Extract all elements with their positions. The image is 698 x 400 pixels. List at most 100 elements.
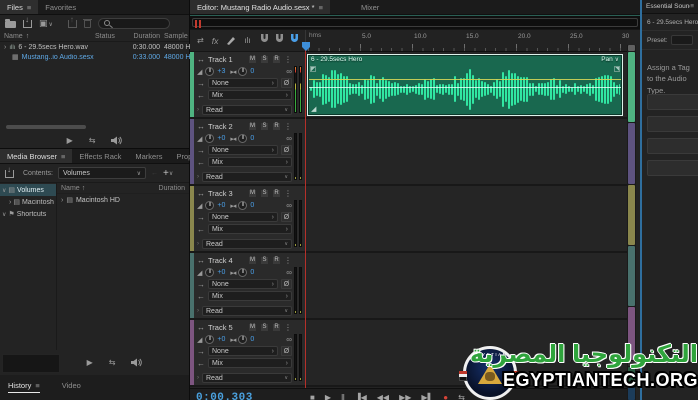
input-select[interactable]: None <box>208 212 278 222</box>
track-name[interactable]: Track 4 <box>208 256 233 265</box>
track-lane[interactable] <box>305 320 627 385</box>
audio-type-button-dialogue[interactable] <box>647 94 698 110</box>
automation-mode-select[interactable]: Read <box>202 373 292 383</box>
stereo-link-icon[interactable] <box>286 201 292 210</box>
track-name[interactable]: Track 5 <box>208 323 233 332</box>
track-more-icon[interactable] <box>284 55 292 64</box>
column-status[interactable]: Status <box>95 33 125 40</box>
preset-select[interactable] <box>671 35 693 45</box>
tab-favorites[interactable]: Favorites <box>38 0 83 14</box>
solo-button[interactable]: S <box>260 189 269 198</box>
audio-clip[interactable]: 6 - 29.5secs Hero Pan <box>307 54 623 116</box>
snap-toggle-icon[interactable] <box>290 33 299 43</box>
pan-knob[interactable] <box>238 268 247 277</box>
loop-icon[interactable] <box>89 136 96 145</box>
column-name[interactable]: Name <box>0 33 95 40</box>
input-select[interactable]: None <box>208 279 278 289</box>
panel-menu-icon[interactable] <box>61 152 65 161</box>
automation-mode-select[interactable]: Read <box>202 172 292 182</box>
mute-button[interactable]: M <box>248 323 257 332</box>
speaker-icon[interactable] <box>111 136 122 145</box>
play-button[interactable]: ▶ <box>325 393 331 400</box>
arm-record-button[interactable]: R <box>272 122 281 131</box>
tree-item-shortcuts[interactable]: Shortcuts <box>0 208 56 220</box>
track-more-icon[interactable] <box>284 189 292 198</box>
volume-value[interactable]: +0 <box>217 336 227 343</box>
output-select[interactable]: Mix <box>208 224 292 234</box>
volume-value[interactable]: +0 <box>217 135 227 142</box>
arm-record-button[interactable]: R <box>272 55 281 64</box>
media-list-row[interactable]: Macintosh HD <box>57 194 189 206</box>
audio-type-button-sfx[interactable] <box>647 138 698 154</box>
tab-effects-rack[interactable]: Effects Rack <box>72 149 128 163</box>
export-icon[interactable] <box>68 20 77 28</box>
tab-video[interactable]: Video <box>62 381 81 390</box>
delete-icon[interactable] <box>84 20 91 28</box>
input-select[interactable]: None <box>208 346 278 356</box>
collapse-icon[interactable] <box>2 187 6 194</box>
razor-tool-icon[interactable] <box>226 36 236 46</box>
horizontal-scrollbar[interactable] <box>6 125 86 129</box>
pan-value[interactable]: 0 <box>250 269 260 276</box>
rewind-button[interactable]: ◀◀ <box>377 393 389 400</box>
track-lane[interactable] <box>305 253 627 318</box>
panel-menu-icon[interactable] <box>690 3 694 10</box>
volume-knob[interactable] <box>205 268 214 277</box>
tab-files[interactable]: Files <box>0 0 38 14</box>
monitor-input-button[interactable]: Ø <box>281 346 292 356</box>
input-select[interactable]: None <box>208 78 278 88</box>
timecode-display[interactable]: 0:00.303 <box>196 392 253 400</box>
monitor-input-button[interactable]: Ø <box>281 212 292 222</box>
panel-menu-icon[interactable] <box>319 3 323 12</box>
tab-history[interactable]: History <box>8 381 40 393</box>
pause-button[interactable]: Ⅱ <box>341 393 345 400</box>
panel-menu-icon[interactable] <box>27 3 31 12</box>
skip-end-button[interactable]: ▶▌ <box>421 393 433 400</box>
file-row[interactable]: Mustang..io Audio.sesx * 0:33.000 48000 … <box>0 52 189 62</box>
automation-expand-icon[interactable] <box>197 174 199 180</box>
mute-button[interactable]: M <box>248 122 257 131</box>
monitor-input-button[interactable]: Ø <box>281 279 292 289</box>
skip-start-button[interactable]: ▐◀ <box>355 393 367 400</box>
stereo-link-icon[interactable] <box>286 134 292 143</box>
track-overview-scrollbar[interactable] <box>627 45 636 400</box>
mute-button[interactable]: M <box>248 256 257 265</box>
speaker-icon[interactable] <box>131 358 142 367</box>
tab-editor[interactable]: Editor: Mustang Radio Audio.sesx * <box>190 0 330 14</box>
solo-button[interactable]: S <box>260 55 269 64</box>
output-select[interactable]: Mix <box>208 157 292 167</box>
pan-knob[interactable] <box>238 67 247 76</box>
volume-value[interactable]: +0 <box>217 202 227 209</box>
track-more-icon[interactable] <box>284 323 292 332</box>
fx-icon[interactable] <box>212 36 219 46</box>
automation-expand-icon[interactable] <box>197 375 199 381</box>
tree-item-macintosh-hd[interactable]: Macintosh HD <box>0 196 56 208</box>
track-lane[interactable] <box>305 186 627 251</box>
monitor-input-button[interactable]: Ø <box>281 78 292 88</box>
volume-value[interactable]: +3 <box>217 68 227 75</box>
arm-record-button[interactable]: R <box>272 189 281 198</box>
expand-icon[interactable] <box>61 197 63 204</box>
output-select[interactable]: Mix <box>208 358 292 368</box>
import-file-icon[interactable] <box>23 20 32 28</box>
tree-item-volumes[interactable]: Volumes <box>0 184 56 196</box>
tab-markers[interactable]: Markers <box>128 149 169 163</box>
track-more-icon[interactable] <box>284 122 292 131</box>
track-name[interactable]: Track 1 <box>208 55 233 64</box>
tab-mixer[interactable]: Mixer <box>354 0 386 14</box>
navigator-range[interactable] <box>192 18 638 27</box>
snap-frames-icon[interactable] <box>260 33 269 43</box>
expand-icon[interactable] <box>9 199 11 206</box>
column-duration[interactable]: Duration <box>159 185 185 192</box>
track-lane[interactable] <box>305 119 627 184</box>
clip-gain-icon[interactable] <box>311 105 316 113</box>
volume-knob[interactable] <box>205 67 214 76</box>
record-button[interactable]: ● <box>443 393 448 400</box>
new-container-button[interactable] <box>39 18 53 29</box>
timeline-ruler[interactable]: hms 5.010.015.020.025.030 <box>305 30 627 52</box>
column-sample-rate[interactable]: Sample R <box>160 33 188 40</box>
input-select[interactable]: None <box>208 145 278 155</box>
pan-value[interactable]: 0 <box>250 202 260 209</box>
volume-knob[interactable] <box>205 134 214 143</box>
mute-button[interactable]: M <box>248 189 257 198</box>
